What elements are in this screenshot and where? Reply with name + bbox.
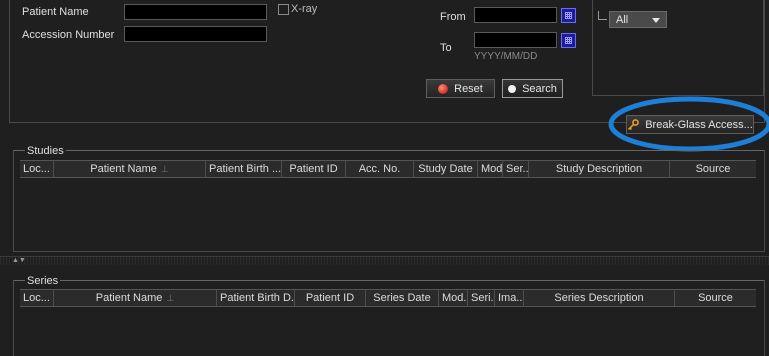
studies-col-acc-no[interactable]: Acc. No. (346, 161, 414, 177)
series-table-body[interactable] (20, 307, 756, 349)
studies-col-description[interactable]: Study Description (529, 161, 670, 177)
series-col-patient-id[interactable]: Patient ID (295, 290, 366, 306)
studies-col-modality[interactable]: Mod... (478, 161, 503, 177)
collapse-arrows-icon[interactable]: ▲▼ (12, 257, 26, 265)
splitter[interactable]: ▲▼ (0, 256, 769, 265)
accession-number-label: Accession Number (22, 29, 115, 41)
accession-number-input[interactable] (124, 26, 267, 42)
studies-col-series[interactable]: Ser... (503, 161, 529, 177)
studies-col-patient-id[interactable]: Patient ID (282, 161, 346, 177)
sort-icon: ⊥ (166, 293, 175, 303)
series-title: Series (25, 275, 61, 287)
studies-table-header: Loc... Patient Name ⊥ Patient Birth ... P… (20, 160, 756, 178)
studies-col-location[interactable]: Loc... (20, 161, 54, 177)
studies-col-birth[interactable]: Patient Birth ... (206, 161, 282, 177)
to-date-input[interactable] (474, 32, 557, 48)
modality-select[interactable]: All (609, 11, 667, 28)
series-col-source[interactable]: Source (675, 290, 756, 306)
studies-col-patient-name[interactable]: Patient Name ⊥ (54, 161, 206, 177)
search-label: Search (522, 82, 557, 95)
search-button[interactable]: Search (502, 79, 563, 98)
from-label: From (440, 11, 466, 23)
series-col-modality[interactable]: Mod... (439, 290, 468, 306)
break-glass-label: Break-Glass Access... (645, 118, 753, 131)
series-col-images[interactable]: Ima... (495, 290, 524, 306)
modality-checkbox[interactable] (598, 11, 607, 20)
chevron-down-icon (652, 18, 660, 23)
series-col-series-no[interactable]: Seri... (468, 290, 495, 306)
xray-label: X-ray (291, 3, 318, 15)
modality-select-value: All (616, 14, 629, 26)
key-icon (628, 118, 640, 130)
search-radio-icon (508, 84, 517, 93)
reset-label: Reset (454, 82, 483, 95)
from-date-input[interactable] (474, 7, 557, 23)
studies-table-body[interactable] (20, 178, 756, 244)
sort-icon: ⊥ (160, 164, 169, 174)
studies-title: Studies (25, 145, 66, 157)
date-format-hint: YYYY/MM/DD (474, 51, 538, 62)
break-glass-access-button[interactable]: Break-Glass Access... (626, 115, 754, 134)
patient-name-label: Patient Name (22, 6, 89, 18)
to-label: To (440, 42, 452, 54)
patient-name-input[interactable] (124, 4, 267, 20)
series-col-birth[interactable]: Patient Birth D... (217, 290, 295, 306)
reset-button[interactable]: Reset (426, 79, 495, 98)
to-calendar-icon[interactable] (561, 33, 576, 48)
xray-checkbox[interactable] (278, 4, 289, 15)
series-col-series-date[interactable]: Series Date (366, 290, 439, 306)
studies-col-source[interactable]: Source (670, 161, 756, 177)
studies-col-study-date[interactable]: Study Date (414, 161, 478, 177)
series-col-patient-name[interactable]: Patient Name ⊥ (54, 290, 217, 306)
series-col-description[interactable]: Series Description (524, 290, 675, 306)
series-col-location[interactable]: Loc... (20, 290, 54, 306)
from-calendar-icon[interactable] (561, 8, 576, 23)
reset-icon (438, 83, 449, 94)
series-table-header: Loc... Patient Name ⊥ Patient Birth D... … (20, 289, 756, 307)
